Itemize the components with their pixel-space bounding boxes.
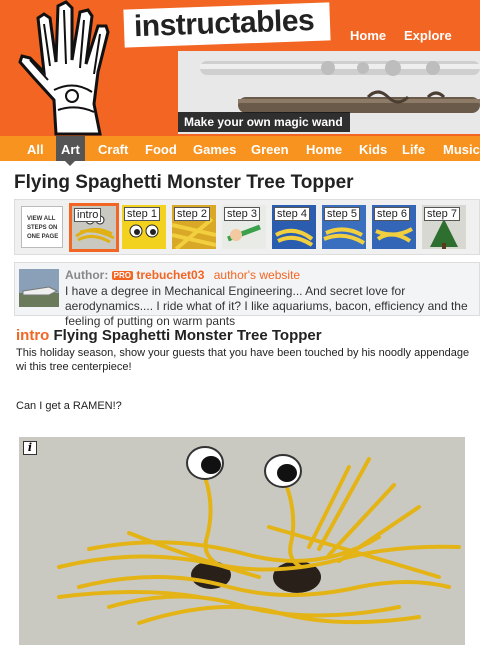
main-photo[interactable]: i	[19, 437, 465, 645]
category-music[interactable]: Music	[443, 142, 480, 157]
step-thumb-5[interactable]: step 5	[322, 205, 366, 249]
robot-hand-logo-icon[interactable]	[14, 0, 124, 136]
nav-home-link[interactable]: Home	[350, 28, 386, 43]
category-nav: All Art Craft Food Games Green Home Kids…	[0, 136, 480, 166]
step-label: step 6	[374, 207, 410, 221]
category-green[interactable]: Green	[251, 142, 289, 157]
banner-caption[interactable]: Make your own magic wand	[178, 112, 350, 132]
category-craft[interactable]: Craft	[98, 142, 128, 157]
step-tag: intro	[16, 327, 50, 344]
pro-badge: PRO	[111, 271, 134, 280]
author-name-link[interactable]: trebuchet03	[136, 268, 204, 282]
step-label: step 3	[224, 207, 260, 221]
step-thumb-3[interactable]: step 3	[222, 205, 266, 249]
step-title-text: Flying Spaghetti Monster Tree Topper	[53, 327, 322, 344]
author-box: Author: PRO trebuchet03 author's website…	[14, 262, 480, 328]
step-label: intro	[74, 208, 102, 222]
category-games[interactable]: Games	[193, 142, 236, 157]
category-kids[interactable]: Kids	[359, 142, 387, 157]
step-label: step 7	[424, 207, 460, 221]
author-label: Author:	[65, 268, 109, 282]
step-thumb-4[interactable]: step 4	[272, 205, 316, 249]
logo-text: instructables	[133, 3, 315, 44]
intro-text: This holiday season, show your guests th…	[16, 347, 470, 373]
author-website-link[interactable]: author's website	[214, 268, 300, 282]
step-label: step 1	[124, 207, 160, 221]
step-thumb-2[interactable]: step 2	[172, 205, 216, 249]
category-art[interactable]: Art	[56, 136, 85, 166]
nav-explore-link[interactable]: Explore	[404, 28, 452, 43]
step-label: step 4	[274, 207, 310, 221]
page-title: Flying Spaghetti Monster Tree Topper	[14, 172, 354, 193]
step-title: intro Flying Spaghetti Monster Tree Topp…	[16, 327, 322, 344]
steps-navigator: VIEW ALL STEPS ON ONE PAGE intro step 1 …	[14, 199, 480, 255]
logo-wordmark[interactable]: instructables	[123, 2, 331, 48]
category-all[interactable]: All	[27, 142, 44, 157]
step-label: step 2	[174, 207, 210, 221]
step-thumb-7[interactable]: step 7	[422, 205, 466, 249]
author-line: Author: PRO trebuchet03 author's website	[65, 268, 300, 282]
step-thumb-intro[interactable]: intro	[69, 203, 119, 252]
site-header: instructables Home Explore Make your own…	[0, 0, 480, 136]
info-icon[interactable]: i	[23, 441, 37, 455]
author-bio: I have a degree in Mechanical Engineerin…	[65, 284, 468, 328]
category-home[interactable]: Home	[306, 142, 342, 157]
step-label: step 5	[324, 207, 360, 221]
author-avatar[interactable]	[19, 269, 59, 307]
category-life[interactable]: Life	[402, 142, 425, 157]
step-thumb-1[interactable]: step 1	[122, 205, 166, 249]
view-all-steps-button[interactable]: VIEW ALL STEPS ON ONE PAGE	[21, 206, 63, 248]
step-thumb-6[interactable]: step 6	[372, 205, 416, 249]
intro-ramen-text: Can I get a RAMEN!?	[16, 400, 122, 412]
category-food[interactable]: Food	[145, 142, 177, 157]
